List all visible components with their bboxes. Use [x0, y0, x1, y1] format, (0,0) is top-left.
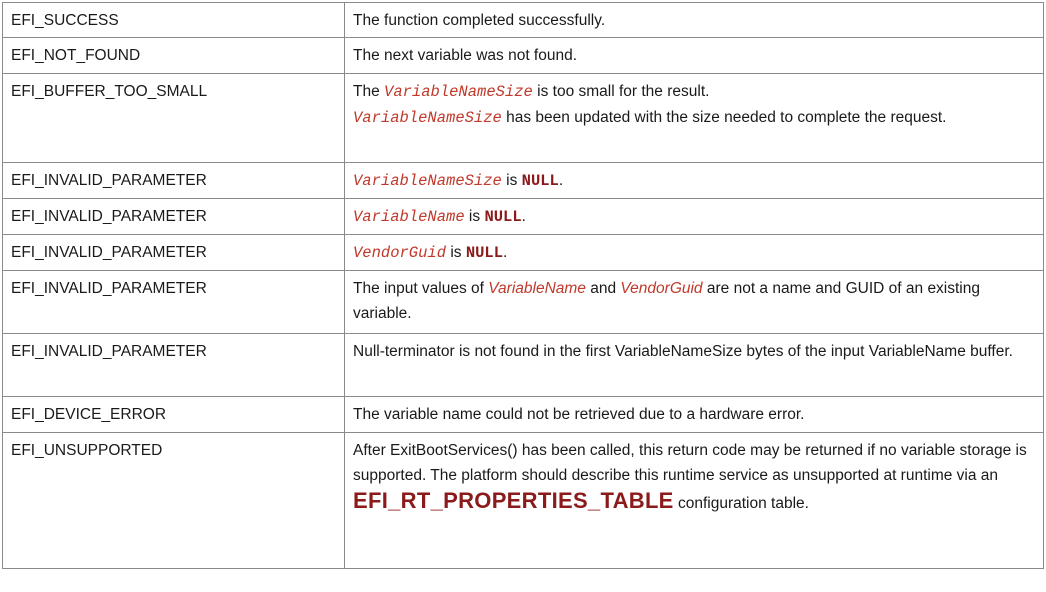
status-description: The next variable was not found. [344, 37, 1044, 74]
table-row: EFI_DEVICE_ERROR The variable name could… [2, 396, 1044, 433]
null-keyword: NULL [465, 244, 504, 262]
param-name: VariableName [353, 208, 465, 226]
table-row: EFI_INVALID_PARAMETER Null-terminator is… [2, 333, 1044, 397]
table-row: EFI_NOT_FOUND The next variable was not … [2, 37, 1044, 74]
table-name: EFI_RT_PROPERTIES_TABLE [353, 488, 674, 513]
status-description: The VariableNameSize is too small for th… [344, 73, 1044, 163]
status-description: Null-terminator is not found in the firs… [344, 333, 1044, 397]
status-description: VariableName is NULL. [344, 198, 1044, 235]
status-code: EFI_INVALID_PARAMETER [2, 234, 345, 271]
table-row: EFI_UNSUPPORTED After ExitBootServices()… [2, 432, 1044, 569]
table-row: EFI_INVALID_PARAMETER VariableNameSize i… [2, 162, 1044, 199]
status-description: VariableNameSize is NULL. [344, 162, 1044, 199]
status-code: EFI_NOT_FOUND [2, 37, 345, 74]
status-code: EFI_INVALID_PARAMETER [2, 162, 345, 199]
status-code: EFI_INVALID_PARAMETER [2, 333, 345, 397]
status-code: EFI_INVALID_PARAMETER [2, 270, 345, 334]
table-row: EFI_INVALID_PARAMETER The input values o… [2, 270, 1044, 334]
table-row: EFI_INVALID_PARAMETER VariableName is NU… [2, 198, 1044, 235]
table-row: EFI_SUCCESS The function completed succe… [2, 2, 1044, 38]
param-name: VariableName [488, 280, 586, 297]
param-name: VariableNameSize [353, 109, 502, 127]
status-code: EFI_DEVICE_ERROR [2, 396, 345, 433]
status-code: EFI_UNSUPPORTED [2, 432, 345, 569]
param-name: VariableNameSize [384, 83, 533, 101]
param-name: VariableNameSize [353, 172, 502, 190]
status-description: The function completed successfully. [344, 2, 1044, 38]
status-description: The variable name could not be retrieved… [344, 396, 1044, 433]
table-row: EFI_INVALID_PARAMETER VendorGuid is NULL… [2, 234, 1044, 271]
status-description: VendorGuid is NULL. [344, 234, 1044, 271]
null-keyword: NULL [484, 208, 522, 226]
status-code: EFI_SUCCESS [2, 2, 345, 38]
null-keyword: NULL [521, 172, 559, 190]
param-name: VendorGuid [353, 244, 447, 262]
status-description: After ExitBootServices() has been called… [344, 432, 1044, 569]
status-code: EFI_BUFFER_TOO_SMALL [2, 73, 345, 163]
status-codes-table: EFI_SUCCESS The function completed succe… [2, 2, 1044, 569]
param-name: VendorGuid [620, 280, 703, 297]
status-description: The input values of VariableName and Ven… [344, 270, 1044, 334]
table-row: EFI_BUFFER_TOO_SMALL The VariableNameSiz… [2, 73, 1044, 163]
status-code: EFI_INVALID_PARAMETER [2, 198, 345, 235]
